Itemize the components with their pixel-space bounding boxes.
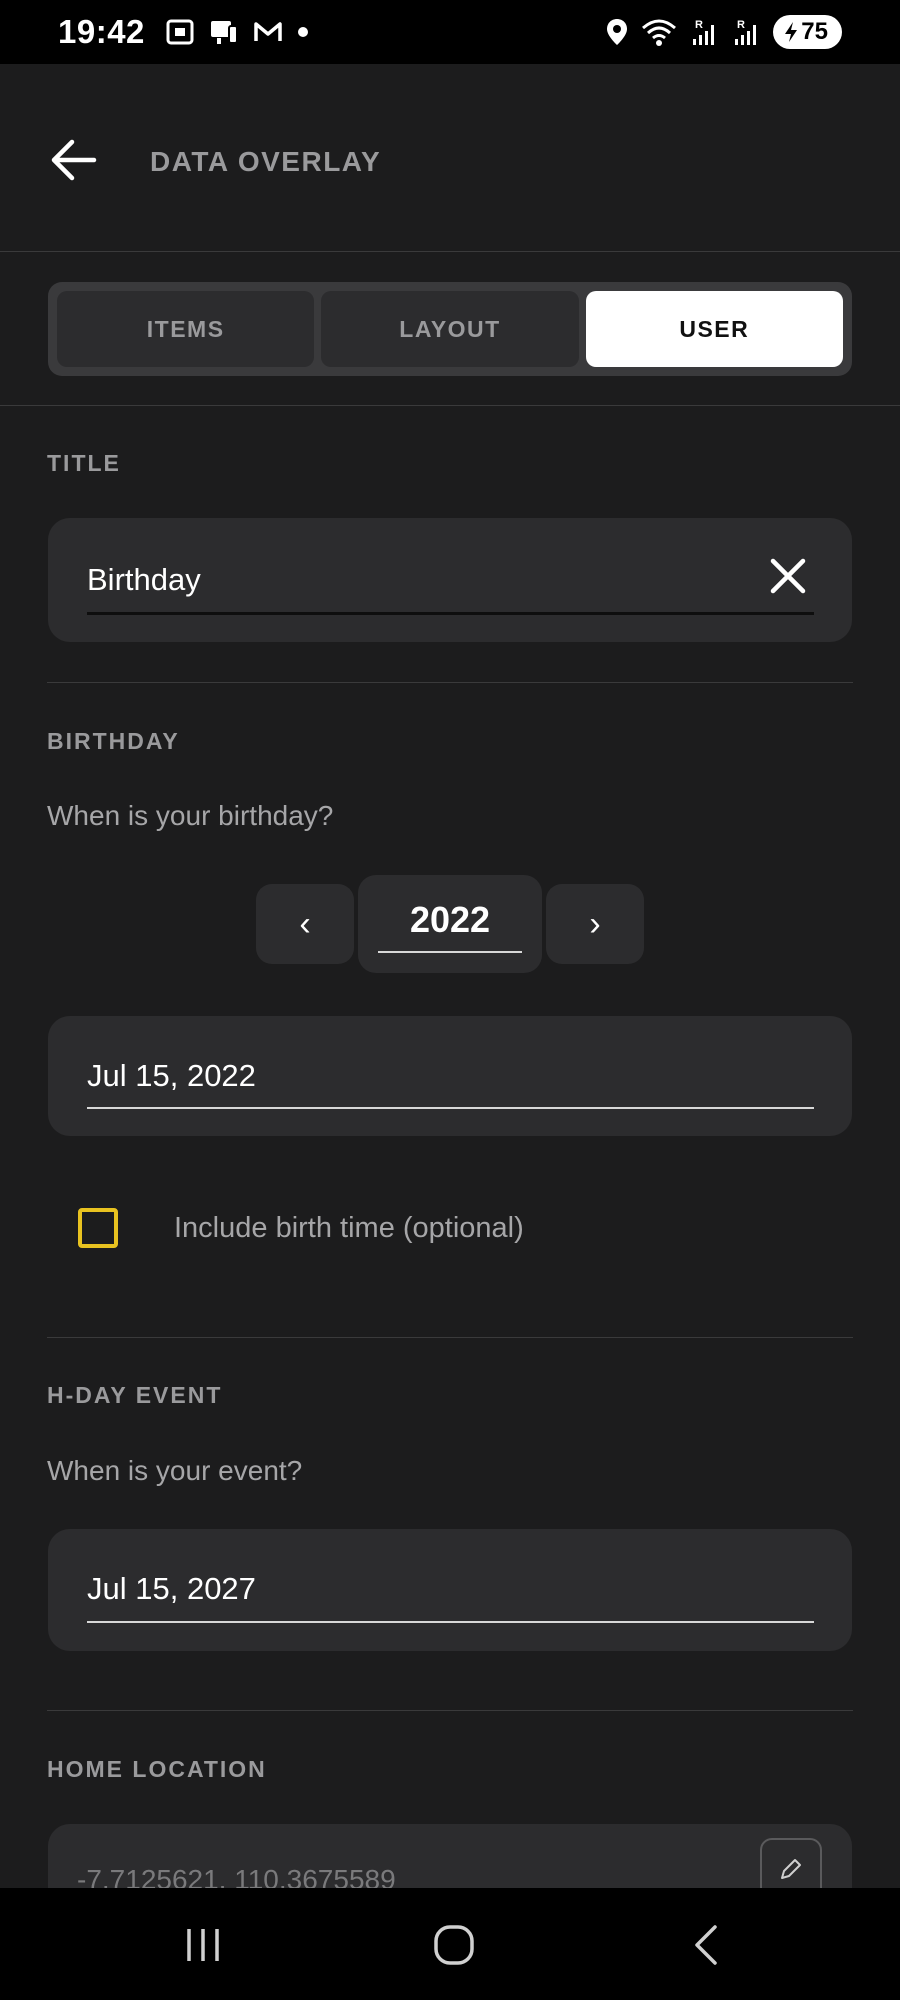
event-prompt: When is your event? <box>47 1455 303 1486</box>
cast-icon <box>210 21 238 44</box>
nav-back-button[interactable] <box>666 1916 746 1974</box>
close-icon <box>770 558 806 594</box>
event-date-field[interactable]: Jul 15, 2027 <box>48 1529 852 1651</box>
recent-apps-icon <box>187 1929 219 1961</box>
title-section-label: TITLE <box>47 450 121 476</box>
include-birth-time-checkbox[interactable] <box>78 1208 118 1248</box>
signal-icon: R <box>693 19 715 45</box>
birthday-date-field[interactable]: Jul 15, 2022 <box>48 1016 852 1136</box>
screenshot-icon <box>166 19 194 45</box>
wifi-icon <box>642 19 677 46</box>
battery-level: 75 <box>801 18 828 45</box>
tab-layout[interactable]: LAYOUT <box>321 291 579 367</box>
battery-indicator: 75 <box>773 15 842 49</box>
tabs-container: ITEMS LAYOUT USER <box>0 252 900 406</box>
back-icon <box>695 1925 717 1965</box>
status-time: 19:42 <box>58 13 145 50</box>
home-button[interactable] <box>414 1916 494 1974</box>
charging-icon <box>785 22 798 42</box>
arrow-left-icon <box>51 139 97 181</box>
tab-user[interactable]: USER <box>585 291 843 367</box>
birthday-date-underline <box>87 1107 814 1109</box>
svg-text:R: R <box>695 19 703 31</box>
birthday-section-label: BIRTHDAY <box>47 728 180 754</box>
status-system-icons: R R 75 <box>605 15 842 49</box>
divider <box>47 682 853 683</box>
segmented-tabs: ITEMS LAYOUT USER <box>48 282 852 376</box>
clear-title-button[interactable] <box>768 556 808 596</box>
system-nav-bar <box>0 1888 900 2000</box>
include-birth-time-label[interactable]: Include birth time (optional) <box>174 1212 524 1245</box>
birthday-prompt: When is your birthday? <box>47 800 334 831</box>
app-header: DATA OVERLAY <box>0 64 900 252</box>
year-next-button[interactable]: › <box>546 884 644 964</box>
year-underline <box>378 951 522 953</box>
home-icon <box>434 1925 474 1965</box>
page-title: DATA OVERLAY <box>150 146 382 177</box>
status-notification-icons <box>165 18 309 46</box>
title-field[interactable]: Birthday <box>48 518 852 642</box>
svg-text:R: R <box>737 19 745 31</box>
event-section-label: H-DAY EVENT <box>47 1382 223 1408</box>
location-icon <box>607 19 628 45</box>
year-prev-button[interactable]: ‹ <box>256 884 354 964</box>
divider <box>47 1337 853 1338</box>
title-underline <box>87 612 814 615</box>
recent-apps-button[interactable] <box>163 1916 243 1974</box>
gmail-icon <box>254 22 282 41</box>
back-button[interactable] <box>46 134 102 186</box>
tab-items[interactable]: ITEMS <box>57 291 315 367</box>
event-date-underline <box>87 1621 814 1623</box>
title-input[interactable]: Birthday <box>87 562 201 598</box>
status-bar: 19:42 R R 75 <box>0 0 900 64</box>
birthday-date-value[interactable]: Jul 15, 2022 <box>87 1058 256 1094</box>
year-field[interactable]: 2022 <box>358 875 542 973</box>
event-date-value[interactable]: Jul 15, 2027 <box>87 1571 256 1607</box>
pencil-icon <box>781 1859 801 1879</box>
year-value[interactable]: 2022 <box>358 899 542 941</box>
home-location-label: HOME LOCATION <box>47 1756 267 1782</box>
signal-icon: R <box>735 19 757 45</box>
dot-icon <box>297 27 308 37</box>
divider <box>47 1710 853 1711</box>
